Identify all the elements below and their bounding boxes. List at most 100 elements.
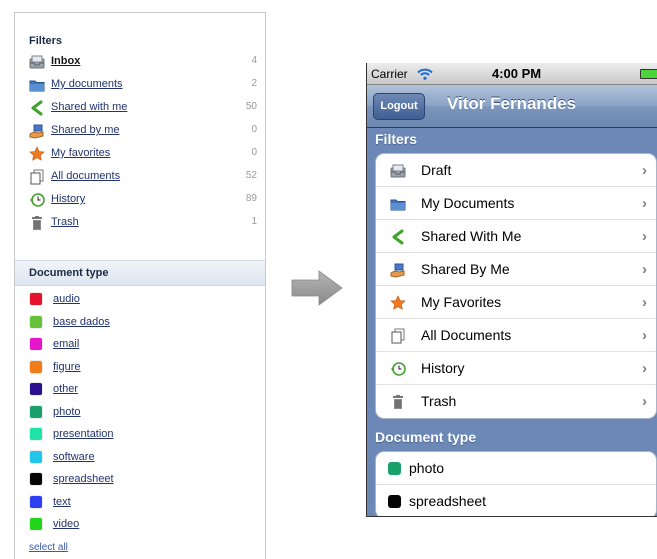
doctype-label[interactable]: video	[53, 518, 79, 530]
ios-doctype-row-spreadsheet[interactable]: spreadsheet	[376, 485, 656, 516]
doctype-item-figure[interactable]: figure	[29, 359, 229, 379]
doctype-item-spreadsheet[interactable]: spreadsheet	[29, 471, 229, 491]
doctype-label[interactable]: spreadsheet	[53, 473, 114, 485]
trash-icon	[390, 394, 406, 410]
ios-filter-label: History	[421, 360, 465, 376]
doctype-label[interactable]: base dados	[53, 316, 110, 328]
ios-doctype-label: spreadsheet	[409, 493, 487, 509]
ios-filter-row-all-documents[interactable]: All Documents ›	[376, 319, 656, 352]
ios-filter-label: All Documents	[421, 327, 512, 343]
ios-filter-label: My Favorites	[421, 294, 502, 310]
doctype-label[interactable]: email	[53, 338, 79, 350]
documents-icon	[29, 169, 45, 185]
doctype-item-photo[interactable]: photo	[29, 404, 229, 424]
doctype-item-email[interactable]: email	[29, 336, 229, 356]
iphone-screen: Carrier 4:00 PM Logout Vitor Fernandes F…	[366, 63, 657, 517]
filter-item-history[interactable]: History 89	[29, 191, 265, 211]
doctype-item-base-dados[interactable]: base dados	[29, 314, 229, 334]
filter-label[interactable]: History	[51, 193, 85, 205]
doctype-item-audio[interactable]: audio	[29, 291, 229, 311]
logout-button[interactable]: Logout	[373, 93, 425, 120]
color-swatch	[30, 293, 42, 305]
filter-count: 89	[245, 193, 257, 204]
filter-item-my-documents[interactable]: My documents 2	[29, 76, 265, 96]
filter-item-inbox[interactable]: Inbox 4	[29, 53, 265, 73]
doctype-item-text[interactable]: text	[29, 494, 229, 514]
ios-filter-label: Trash	[421, 393, 457, 409]
nav-title: Vitor Fernandes	[447, 94, 577, 113]
color-swatch	[30, 473, 42, 485]
ios-filter-row-my-documents[interactable]: My Documents ›	[376, 187, 656, 220]
ios-filter-row-my-favorites[interactable]: My Favorites ›	[376, 286, 656, 319]
hand-share-icon	[29, 123, 45, 139]
inbox-icon	[29, 54, 45, 70]
ios-filter-label: Draft	[421, 162, 452, 178]
color-swatch	[30, 338, 42, 350]
doctype-label[interactable]: presentation	[53, 428, 114, 440]
history-icon	[29, 192, 45, 208]
filters-section-header: Filters	[375, 131, 418, 147]
filter-label[interactable]: My favorites	[51, 147, 110, 159]
color-swatch	[30, 405, 42, 418]
doctype-label[interactable]: figure	[53, 361, 81, 373]
filter-count: 52	[245, 170, 257, 181]
ios-filter-label: My Documents	[421, 195, 515, 211]
doctype-label[interactable]: photo	[53, 406, 81, 418]
chevron-right-icon: ›	[642, 228, 647, 245]
doctype-label[interactable]: text	[53, 496, 71, 508]
filter-item-shared-with-me[interactable]: Shared with me 50	[29, 99, 265, 119]
filter-item-all-documents[interactable]: All documents 52	[29, 168, 265, 188]
documents-icon	[390, 328, 406, 344]
battery-icon	[640, 69, 657, 79]
ios-doctype-label: photo	[409, 460, 445, 476]
doctype-item-video[interactable]: video	[29, 516, 229, 536]
chevron-right-icon: ›	[642, 327, 647, 344]
arrow-right-icon	[291, 270, 343, 306]
history-icon	[390, 361, 406, 377]
star-icon	[29, 146, 45, 162]
select-all-link[interactable]: select all	[29, 542, 68, 553]
ios-filter-row-shared-by-me[interactable]: Shared By Me ›	[376, 253, 656, 286]
doctype-item-other[interactable]: other	[29, 381, 229, 401]
star-icon	[390, 295, 406, 311]
share-icon	[390, 229, 406, 245]
ios-filter-row-draft[interactable]: Draft ›	[376, 154, 656, 187]
filter-item-trash[interactable]: Trash 1	[29, 214, 265, 234]
color-swatch	[30, 518, 42, 530]
filter-count: 1	[251, 216, 257, 227]
filter-label[interactable]: Shared with me	[51, 101, 127, 113]
doctype-item-software[interactable]: software	[29, 449, 229, 469]
document-type-header: Document type	[15, 260, 265, 286]
color-swatch	[30, 315, 42, 328]
ios-filter-label: Shared With Me	[421, 228, 522, 244]
filter-count: 4	[251, 55, 257, 66]
color-swatch	[30, 383, 42, 395]
filter-label[interactable]: All documents	[51, 170, 120, 182]
filter-label[interactable]: Inbox	[51, 55, 80, 67]
ios-doctype-row-photo[interactable]: photo	[376, 452, 656, 485]
inbox-icon	[390, 163, 406, 179]
filters-heading: Filters	[29, 35, 63, 47]
ios-filter-label: Shared By Me	[421, 261, 510, 277]
filter-item-my-favorites[interactable]: My favorites 0	[29, 145, 265, 165]
doctype-label[interactable]: other	[53, 383, 78, 395]
ios-filter-row-shared-with-me[interactable]: Shared With Me ›	[376, 220, 656, 253]
color-swatch	[30, 360, 42, 373]
doctype-label[interactable]: software	[53, 451, 95, 463]
color-swatch	[30, 495, 42, 508]
ios-filter-row-history[interactable]: History ›	[376, 352, 656, 385]
doctype-item-presentation[interactable]: presentation	[29, 426, 229, 446]
web-filter-panel: Filters Inbox 4 My documents 2 Shared with m…	[14, 12, 266, 559]
document-type-group: photo spreadsheet	[375, 451, 657, 516]
chevron-right-icon: ›	[642, 360, 647, 377]
wifi-icon	[417, 68, 433, 80]
ios-filter-row-trash[interactable]: Trash ›	[376, 385, 656, 418]
doctype-label[interactable]: audio	[53, 293, 80, 305]
filter-label[interactable]: Trash	[51, 216, 79, 228]
filter-item-shared-by-me[interactable]: Shared by me 0	[29, 122, 265, 142]
filter-label[interactable]: My documents	[51, 78, 123, 90]
color-swatch	[30, 428, 42, 440]
folder-icon	[390, 196, 406, 212]
filter-label[interactable]: Shared by me	[51, 124, 119, 136]
color-swatch	[30, 450, 42, 463]
